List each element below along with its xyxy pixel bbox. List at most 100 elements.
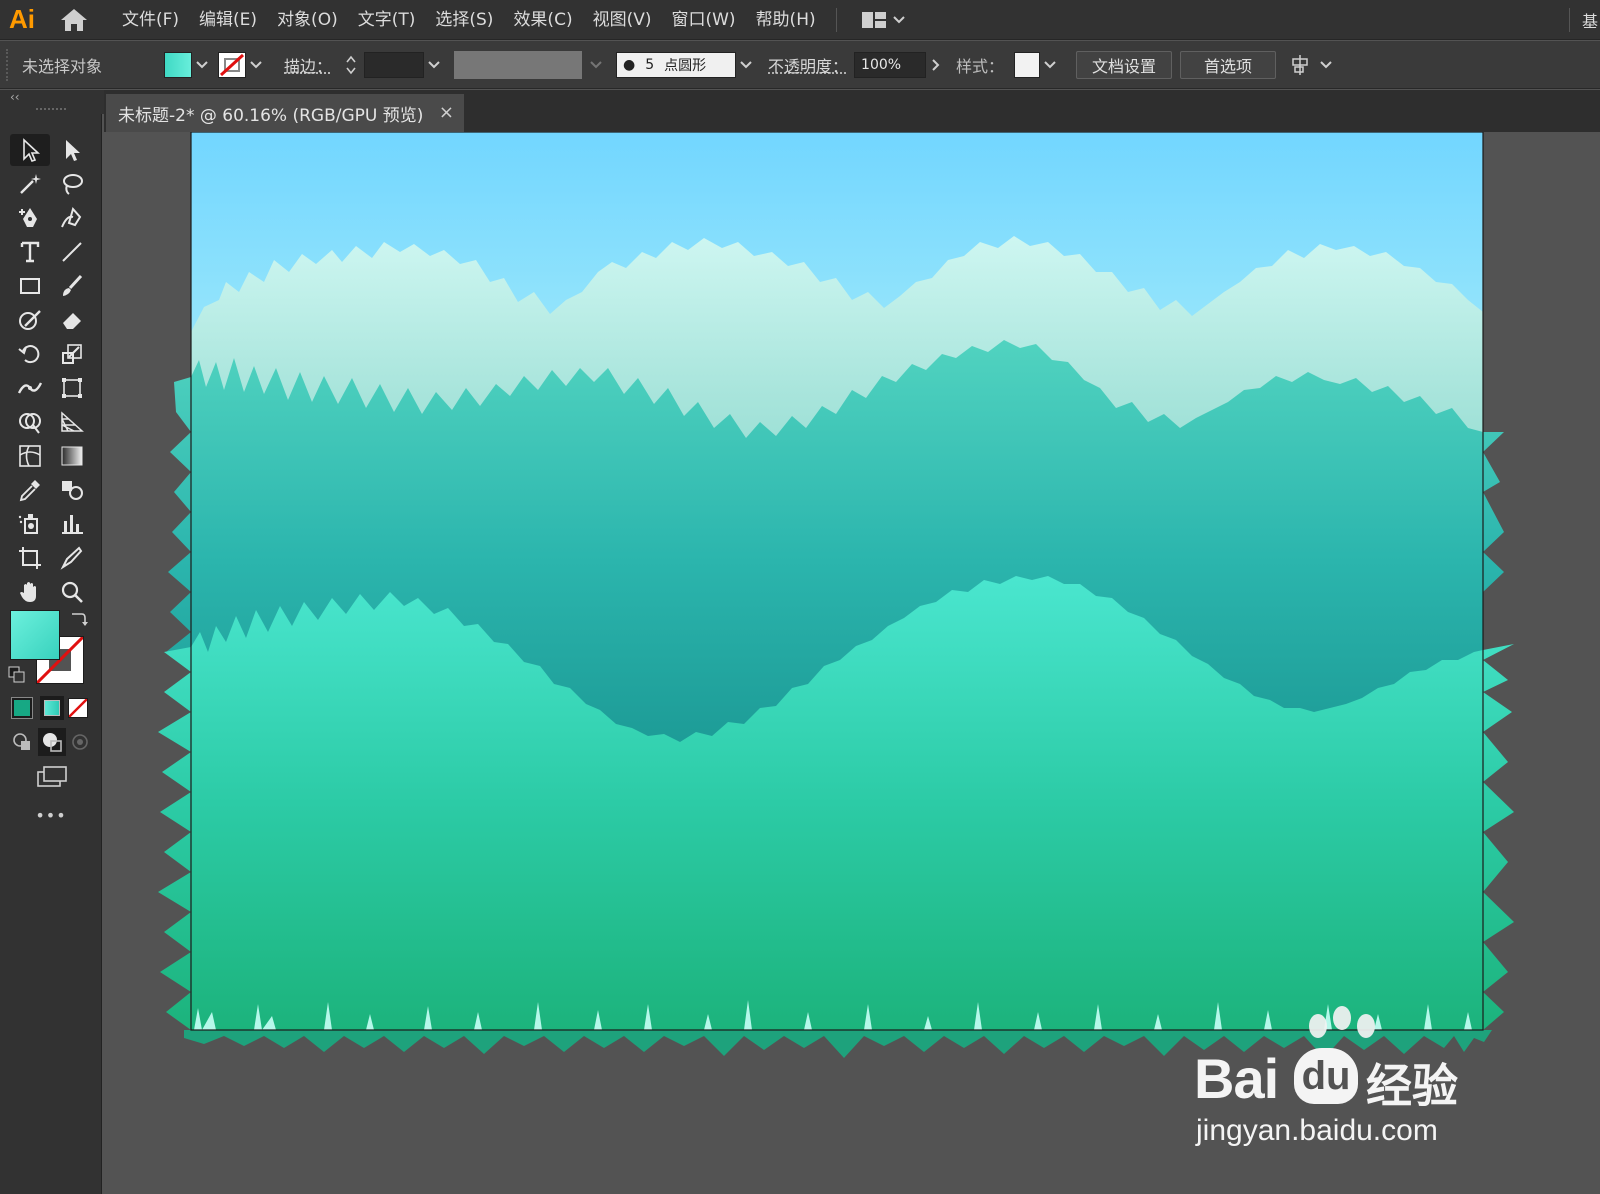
- stroke-swatch[interactable]: [218, 51, 246, 78]
- stroke-weight-stepper[interactable]: [342, 52, 360, 78]
- opacity-label[interactable]: 不透明度：: [768, 53, 848, 77]
- align-panel-icon: [1292, 54, 1308, 75]
- gradient-tool[interactable]: [52, 440, 92, 472]
- paintbrush-tool[interactable]: [52, 270, 92, 302]
- draw-inside-icon: [72, 734, 88, 750]
- artboard-icon: [19, 547, 41, 569]
- opacity-expand-button[interactable]: [926, 52, 946, 78]
- lasso-tool[interactable]: [52, 168, 92, 200]
- toolbox: •••: [0, 114, 102, 1194]
- toolbox-collapse-button[interactable]: ‹‹: [10, 90, 20, 104]
- hand-tool[interactable]: [10, 576, 50, 608]
- magic-wand-tool[interactable]: [10, 168, 50, 200]
- home-icon[interactable]: [54, 0, 94, 40]
- stroke-dropdown[interactable]: [246, 52, 266, 78]
- line-segment-tool[interactable]: [52, 236, 92, 268]
- menu-edit[interactable]: 编辑(E): [189, 0, 267, 40]
- menu-separator: [835, 7, 837, 32]
- screen-mode-button[interactable]: [34, 764, 68, 792]
- mesh-tool[interactable]: [10, 440, 50, 472]
- default-colors-button[interactable]: [8, 666, 26, 684]
- draw-inside-button[interactable]: [68, 730, 92, 754]
- menu-file[interactable]: 文件(F): [112, 0, 189, 40]
- zoom-tool[interactable]: [52, 576, 92, 608]
- fill-dropdown[interactable]: [192, 52, 212, 78]
- stroke-weight-input[interactable]: [364, 51, 425, 78]
- mesh-icon: [19, 445, 41, 467]
- direct-selection-tool[interactable]: [52, 134, 92, 166]
- arrange-docs-icon: [861, 11, 886, 28]
- none-slash-icon: [68, 698, 88, 718]
- shape-builder-tool[interactable]: [10, 406, 50, 438]
- pen-tool[interactable]: [10, 202, 50, 234]
- column-graph-icon: [62, 515, 83, 534]
- swap-fill-stroke-button[interactable]: [68, 610, 88, 630]
- panel-menu-button[interactable]: [1290, 53, 1332, 77]
- type-tool[interactable]: [10, 236, 50, 268]
- width-icon: [17, 382, 43, 394]
- type-icon: [20, 241, 40, 263]
- stroke-weight-dropdown[interactable]: [424, 52, 444, 78]
- menu-effect[interactable]: 效果(C): [503, 0, 582, 40]
- draw-behind-button[interactable]: [38, 728, 66, 756]
- workspace-switcher[interactable]: 基: [1582, 8, 1600, 32]
- chevron-down-icon: [1044, 60, 1056, 68]
- blend-tool[interactable]: [52, 474, 92, 506]
- canvas-area[interactable]: Bai du 经验 jingyan.baidu.com: [104, 132, 1600, 1194]
- edit-toolbar-button[interactable]: •••: [0, 806, 102, 825]
- free-transform-tool[interactable]: [52, 372, 92, 404]
- perspective-grid-tool[interactable]: [52, 406, 92, 438]
- color-mode-button[interactable]: [11, 697, 33, 719]
- watermark-suffix: 经验: [1366, 1059, 1458, 1113]
- close-tab-button[interactable]: ×: [439, 94, 454, 132]
- document-tab[interactable]: 未标题-2* @ 60.16% (RGB/GPU 预览) ×: [106, 94, 464, 132]
- panel-grip[interactable]: [6, 48, 16, 81]
- draw-normal-button[interactable]: [10, 730, 34, 754]
- brush-definition[interactable]: ● 5 点圆形: [616, 51, 737, 78]
- brush-dropdown[interactable]: [736, 52, 756, 78]
- menu-separator-right: [1569, 8, 1570, 32]
- artboard-tool[interactable]: [10, 542, 50, 574]
- slice-tool[interactable]: [52, 542, 92, 574]
- variable-width-profile[interactable]: [454, 50, 583, 79]
- shaper-tool[interactable]: [10, 304, 50, 336]
- width-tool[interactable]: [10, 372, 50, 404]
- selection-tool[interactable]: [10, 134, 50, 166]
- line-segment-icon: [62, 242, 82, 262]
- default-colors-icon: [8, 666, 25, 683]
- menu-select[interactable]: 选择(S): [425, 0, 503, 40]
- opacity-input[interactable]: 100%: [854, 51, 927, 78]
- eyedropper-tool[interactable]: [10, 474, 50, 506]
- app-logo[interactable]: Ai: [0, 0, 44, 40]
- arrange-documents-button[interactable]: [861, 11, 905, 29]
- graphic-style-dropdown[interactable]: [1040, 52, 1060, 78]
- scale-tool[interactable]: [52, 338, 92, 370]
- menu-object[interactable]: 对象(O): [267, 0, 348, 40]
- shape-builder-icon: [19, 413, 41, 434]
- rotate-tool[interactable]: [10, 338, 50, 370]
- preferences-button[interactable]: 首选项: [1180, 50, 1277, 79]
- menu-help[interactable]: 帮助(H): [746, 0, 826, 40]
- chevron-down-icon: [250, 60, 262, 68]
- rectangle-tool[interactable]: [10, 270, 50, 302]
- column-graph-tool[interactable]: [52, 508, 92, 540]
- variable-width-dropdown[interactable]: [586, 52, 606, 78]
- watermark-brand: Bai: [1194, 1047, 1279, 1110]
- graphic-style-swatch[interactable]: [1014, 51, 1041, 78]
- eraser-tool[interactable]: [52, 304, 92, 336]
- curvature-tool[interactable]: [52, 202, 92, 234]
- gradient-mode-button[interactable]: [40, 696, 64, 720]
- brush-name: 点圆形: [664, 57, 707, 74]
- menu-window[interactable]: 窗口(W): [661, 0, 745, 40]
- menu-type[interactable]: 文字(T): [348, 0, 426, 40]
- fill-swatch[interactable]: [164, 51, 192, 78]
- swap-arrow-icon: [72, 613, 88, 626]
- menu-view[interactable]: 视图(V): [583, 0, 662, 40]
- symbol-sprayer-tool[interactable]: [10, 508, 50, 540]
- blend-icon: [62, 481, 83, 500]
- toolbox-grip[interactable]: [36, 108, 66, 110]
- document-setup-button[interactable]: 文档设置: [1076, 50, 1173, 79]
- none-mode-button[interactable]: [68, 698, 88, 718]
- fill-color-swatch-front[interactable]: [10, 610, 60, 660]
- stroke-label[interactable]: 描边：: [284, 53, 332, 77]
